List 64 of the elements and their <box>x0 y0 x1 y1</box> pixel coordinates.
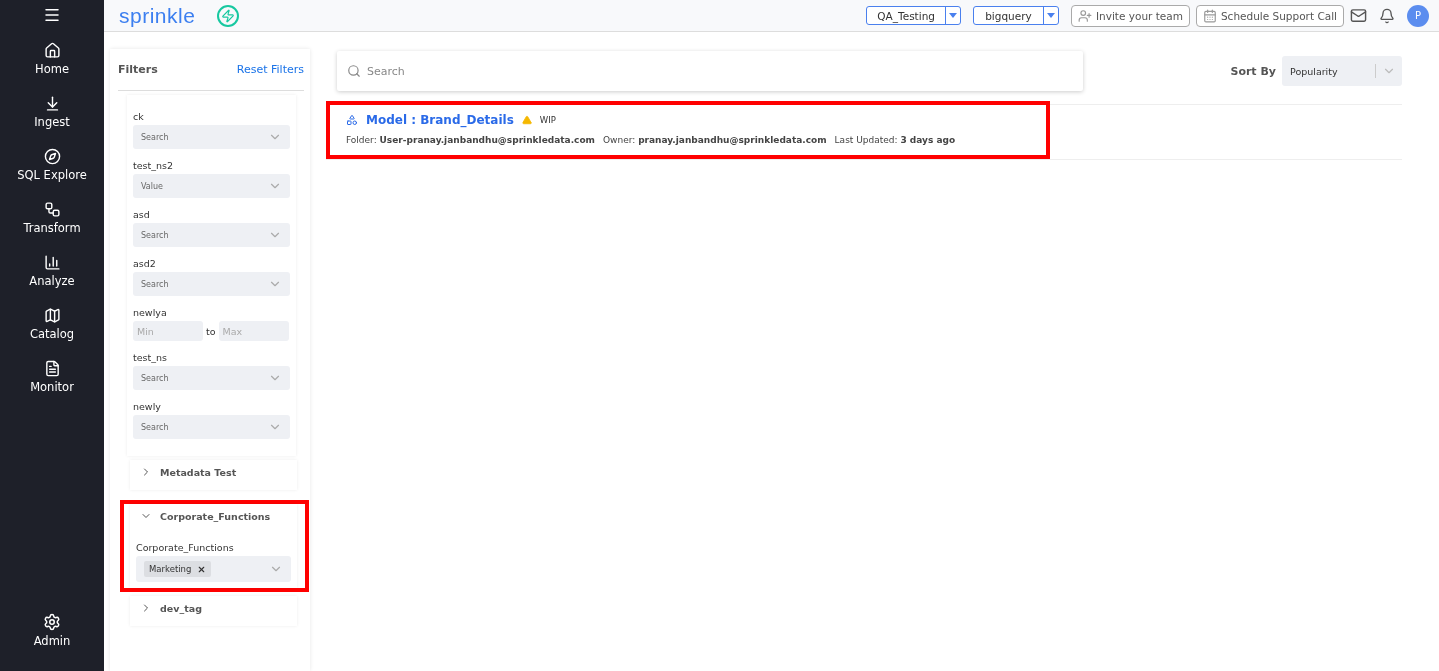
max-field[interactable]: Max <box>218 321 289 341</box>
range-separator: to <box>206 325 216 337</box>
filter-label: ck <box>133 111 145 122</box>
select-field[interactable]: Search <box>133 125 290 149</box>
gear-icon <box>43 613 61 631</box>
select-field[interactable]: Search <box>133 366 290 390</box>
add-user-icon <box>1077 8 1092 23</box>
filter-label: test_ns2 <box>133 160 174 171</box>
nav-item[interactable]: Admin <box>0 604 104 657</box>
nav-item[interactable]: Catalog <box>0 297 104 350</box>
home-icon <box>43 41 61 59</box>
filter-label: asd2 <box>133 258 157 269</box>
group-header[interactable]: Corporate_Functions <box>136 504 275 528</box>
shapes-icon <box>346 114 358 126</box>
filter-label: newlya <box>133 307 168 318</box>
lightning-icon <box>217 4 240 27</box>
flow-icon <box>43 200 61 218</box>
warning-icon <box>521 115 532 125</box>
filters-title: Filters <box>118 63 158 76</box>
meta-text: Folder: User-pranay.janbandhu@sprinkledata.com <box>346 135 595 145</box>
filter-label: test_ns <box>133 352 168 363</box>
sort-dropdown[interactable]: Popularity <box>1282 56 1402 86</box>
caret-icon <box>1046 13 1055 18</box>
document-icon <box>43 359 61 377</box>
bell-icon[interactable] <box>1379 7 1395 24</box>
status-label: WIP <box>539 115 556 125</box>
select-field[interactable]: Value <box>133 174 290 198</box>
menu-icon[interactable] <box>43 6 61 24</box>
close-icon[interactable] <box>197 564 207 574</box>
logo: sprinkle <box>119 3 196 28</box>
nav-item[interactable]: SQL Explore <box>0 138 104 191</box>
workspace-dropdown[interactable]: QA_Testing <box>866 6 961 25</box>
meta-text: Last Updated: 3 days ago <box>834 135 956 145</box>
calendar-icon <box>1202 8 1217 23</box>
support-button[interactable]: Schedule Support Call <box>1195 4 1344 27</box>
select-field[interactable]: Search <box>133 415 290 439</box>
nav-item[interactable]: Home <box>0 32 104 85</box>
group-header[interactable]: Metadata Test <box>136 460 241 484</box>
compass-icon <box>43 147 61 165</box>
result-title[interactable]: Model : Brand_Details <box>366 113 514 127</box>
filter-label: asd <box>133 209 151 220</box>
meta-text: Owner: pranay.janbandhu@sprinkledata.com <box>603 135 827 145</box>
caret-icon <box>948 13 957 18</box>
nav-item[interactable]: Monitor <box>0 350 104 403</box>
nav-item[interactable]: Transform <box>0 191 104 244</box>
select-field[interactable]: Search <box>133 272 290 296</box>
group-header[interactable]: dev_tag <box>136 596 206 620</box>
search-icon <box>347 64 361 78</box>
filter-label: newly <box>133 401 162 412</box>
filter-label: Corporate_Functions <box>136 542 235 553</box>
warehouse-dropdown[interactable]: bigquery <box>972 6 1059 25</box>
tag-label: Marketing <box>149 564 192 574</box>
select-field[interactable]: Marketing <box>136 556 291 582</box>
nav-item[interactable]: Ingest <box>0 85 104 138</box>
invite-button[interactable]: Invite your team <box>1070 4 1190 27</box>
select-field[interactable]: Search <box>133 223 290 247</box>
search-field[interactable]: Search <box>337 51 1083 91</box>
map-icon <box>43 306 61 324</box>
reset-filters-link[interactable]: Reset Filters <box>236 63 304 76</box>
mail-icon[interactable] <box>1350 7 1367 24</box>
nav-item[interactable]: Analyze <box>0 244 104 297</box>
sort-label: Sort By <box>1230 64 1276 78</box>
chart-icon <box>43 253 61 271</box>
min-field[interactable]: Min <box>133 321 203 341</box>
